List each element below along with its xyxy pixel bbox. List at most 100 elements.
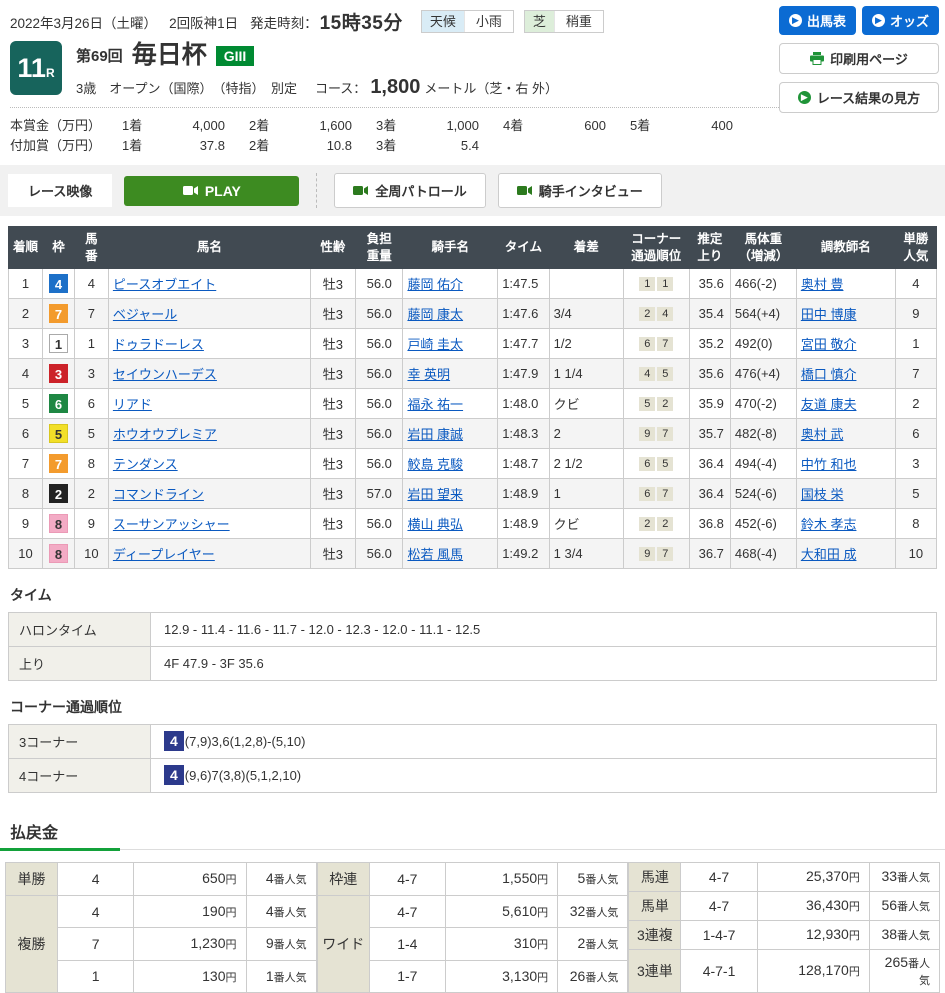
jockey-link[interactable]: 松若 風馬 (407, 547, 463, 562)
finish-time: 1:47.9 (498, 358, 549, 388)
trainer-link[interactable]: 田中 博康 (801, 307, 857, 322)
jockey-link[interactable]: 藤岡 康太 (407, 307, 463, 322)
trainer-cell: 友道 康夫 (796, 388, 895, 418)
jockey-link[interactable]: 藤岡 佑介 (407, 277, 463, 292)
odds-button[interactable]: ▶ オッズ (862, 6, 939, 35)
horse-link[interactable]: セイウンハーデス (113, 367, 217, 382)
horse-link[interactable]: コマンドライン (113, 487, 204, 502)
jockey-interview-button[interactable]: 騎手インタビュー (498, 173, 662, 208)
print-page-button[interactable]: 印刷用ページ (779, 43, 939, 74)
horse-link[interactable]: ピースオブエイト (113, 277, 216, 292)
last-3f: 35.2 (689, 328, 730, 358)
combination: 4-7 (369, 896, 445, 928)
horse-link[interactable]: ベジャール (113, 307, 177, 322)
frame-cell: 7 (42, 298, 74, 328)
horse-number: 4 (74, 268, 108, 298)
payout-row: 馬連4-725,370円33番人気 (629, 862, 940, 891)
horse-weight: 470(-2) (730, 388, 796, 418)
jockey-cell: 岩田 望来 (403, 478, 498, 508)
margin: クビ (549, 388, 623, 418)
bet-type-label: 3連単 (629, 949, 681, 992)
carried-weight: 57.0 (356, 478, 403, 508)
entry-table-button[interactable]: ▶ 出馬表 (779, 6, 856, 35)
arrow-right-icon: ▶ (789, 14, 802, 27)
trainer-link[interactable]: 奥村 武 (801, 427, 844, 442)
corner-position: 9 (639, 427, 655, 441)
how-to-read-button[interactable]: ▶ レース結果の見方 (779, 82, 939, 113)
patrol-video-button[interactable]: 全周パトロール (334, 173, 485, 208)
column-header: コーナー通過順位 (623, 227, 689, 269)
grade-badge: GIII (216, 46, 255, 66)
margin: 2 (549, 418, 623, 448)
sex-age: 牡3 (310, 388, 355, 418)
course-distance: 1,800 (370, 76, 420, 99)
jockey-link[interactable]: 福永 祐一 (407, 397, 463, 412)
margin: クビ (549, 508, 623, 538)
meeting-info: 2回阪神1日 (169, 12, 238, 32)
corner3-order-text: (7,9)3,6(1,2,8)-(5,10) (185, 734, 306, 749)
horse-weight: 476(+4) (730, 358, 796, 388)
jockey-link[interactable]: 戸崎 圭太 (407, 337, 463, 352)
jockey-link[interactable]: 鮫島 克駿 (407, 457, 463, 472)
payout-row: 複勝4190円4番人気 (6, 896, 317, 928)
play-button[interactable]: PLAY (124, 176, 299, 206)
horse-number: 6 (74, 388, 108, 418)
combination: 4 (58, 862, 134, 895)
horse-number: 7 (74, 298, 108, 328)
weather-value: 小雨 (464, 11, 513, 32)
corner-position: 4 (657, 307, 673, 321)
prize-amount: 4,000 (162, 116, 249, 136)
win-popularity: 5 (895, 478, 936, 508)
bet-type-label: 馬単 (629, 891, 681, 920)
popularity: 2番人気 (558, 928, 628, 960)
horse-link[interactable]: ホウオウプレミア (113, 427, 217, 442)
prize-place: 4着 (503, 116, 543, 136)
trainer-link[interactable]: 橋口 慎介 (801, 367, 857, 382)
finish-position: 6 (9, 418, 43, 448)
horse-link[interactable]: テンダンス (113, 457, 178, 472)
course-label: コース： (315, 78, 366, 97)
horse-link[interactable]: スーサンアッシャー (113, 517, 230, 532)
popularity-suffix: 番人気 (585, 907, 618, 919)
payout-amount: 1,230円 (134, 928, 246, 960)
trainer-link[interactable]: 奥村 豊 (801, 277, 844, 292)
divider (0, 849, 945, 850)
corner-position: 7 (657, 337, 673, 351)
arrow-right-icon: ▶ (798, 91, 811, 104)
time-section-title: タイム (10, 585, 935, 605)
finish-position: 9 (9, 508, 43, 538)
popularity-suffix: 番人気 (585, 939, 618, 951)
prize-pair: 4着600 (503, 116, 630, 136)
popularity: 4番人気 (246, 862, 316, 895)
entry-table-label: 出馬表 (807, 11, 846, 30)
horse-link[interactable]: ドゥラドーレス (113, 337, 204, 352)
jockey-link[interactable]: 岩田 望来 (407, 487, 463, 502)
column-header: 推定上り (689, 227, 730, 269)
frame-cell: 6 (42, 388, 74, 418)
horse-weight: 492(0) (730, 328, 796, 358)
win-popularity: 3 (895, 448, 936, 478)
trainer-link[interactable]: 宮田 敬介 (801, 337, 857, 352)
horse-link[interactable]: リアド (113, 397, 152, 412)
margin: 1 (549, 478, 623, 508)
trainer-link[interactable]: 鈴木 孝志 (801, 517, 857, 532)
trainer-link[interactable]: 中竹 和也 (801, 457, 857, 472)
jockey-link[interactable]: 幸 英明 (407, 367, 450, 382)
corner3-row: 3コーナー 4(7,9)3,6(1,2,8)-(5,10) (9, 724, 937, 758)
trainer-link[interactable]: 国枝 栄 (801, 487, 844, 502)
jockey-link[interactable]: 横山 典弘 (407, 517, 463, 532)
jockey-link[interactable]: 岩田 康誠 (407, 427, 463, 442)
prize-amount: 37.8 (162, 136, 249, 156)
yen-suffix: 円 (226, 874, 237, 886)
payout-amount: 650円 (134, 862, 246, 895)
corner-section-title: コーナー通過順位 (10, 697, 935, 717)
trainer-link[interactable]: 大和田 成 (801, 547, 857, 562)
payout-tables: 単勝4650円4番人気複勝4190円4番人気71,230円9番人気1130円1番… (5, 862, 940, 993)
trainer-link[interactable]: 友道 康夫 (801, 397, 857, 412)
frame-badge: 1 (49, 334, 68, 353)
result-row: 433セイウンハーデス牡356.0幸 英明1:47.91 1/44535.647… (9, 358, 937, 388)
play-label: PLAY (205, 183, 241, 199)
horse-link[interactable]: ディープレイヤー (113, 547, 215, 562)
corner-position: 1 (657, 277, 673, 291)
popularity-suffix: 番人気 (274, 939, 307, 951)
